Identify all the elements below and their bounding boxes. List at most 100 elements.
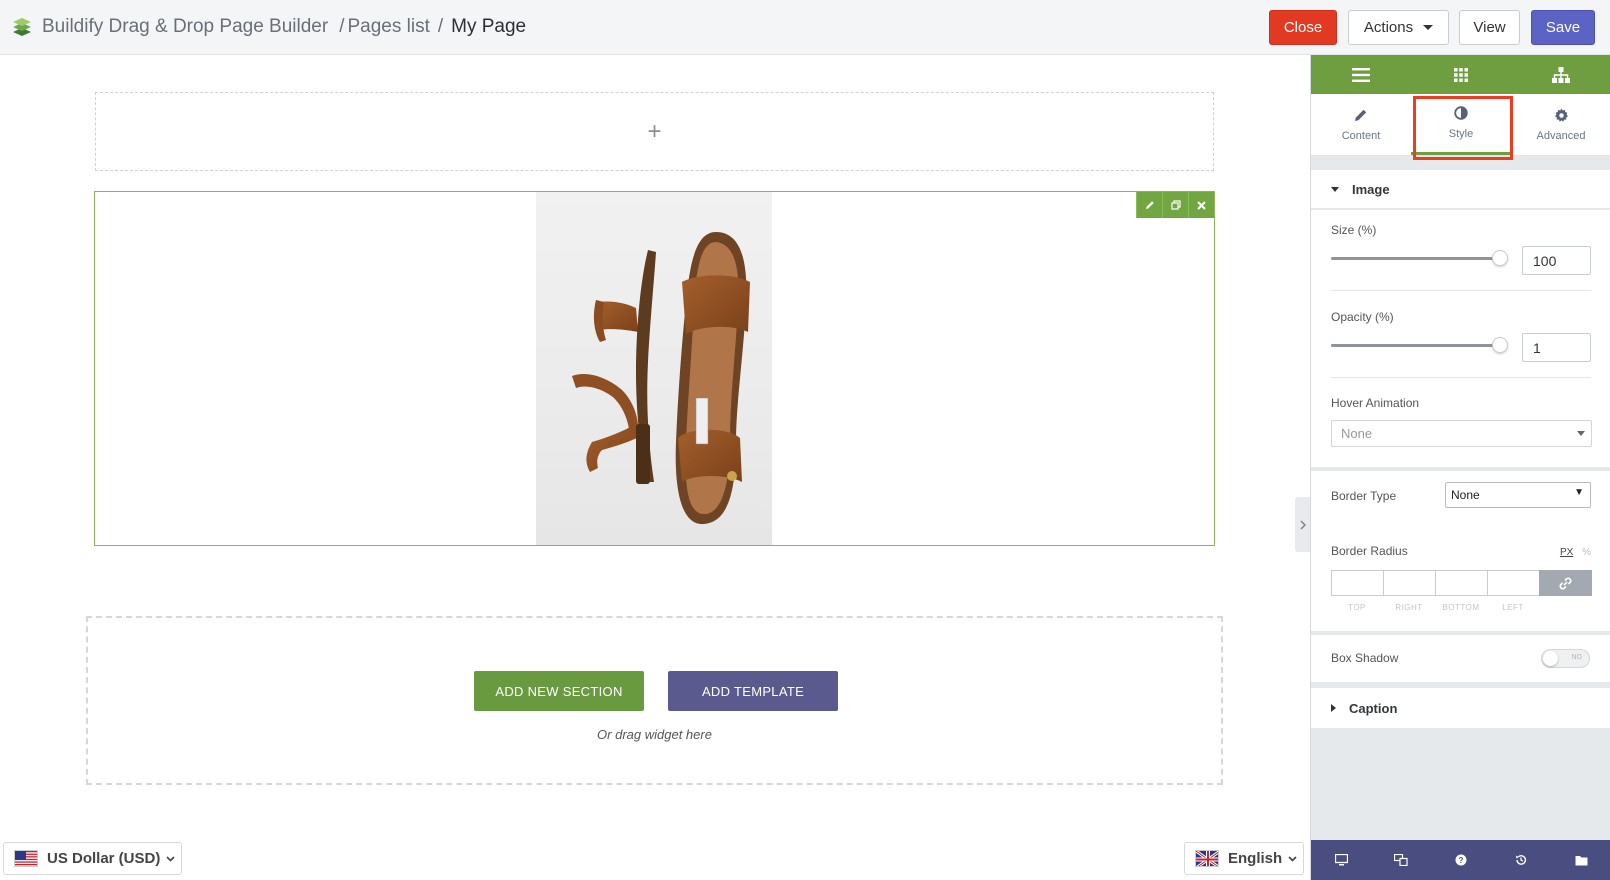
help-icon[interactable]: ? [1431, 840, 1491, 880]
opacity-label: Opacity (%) [1331, 310, 1394, 324]
panel-tabs: Content Style Advanced [1311, 94, 1610, 160]
breadcrumb-separator: / [339, 16, 345, 37]
chevron-right-icon [1299, 519, 1306, 530]
border-type-select[interactable]: None ▼ [1445, 482, 1591, 508]
folder-icon[interactable] [1551, 840, 1610, 880]
image-section-header[interactable]: Image [1311, 170, 1610, 209]
dim-label-top: TOP [1348, 603, 1366, 612]
size-slider-handle[interactable] [1492, 250, 1508, 266]
widgets-grid-icon[interactable] [1411, 55, 1511, 94]
border-section: Border Type None ▼ Border Radius PX % TO… [1311, 471, 1610, 631]
breadcrumb-app-name[interactable]: Buildify Drag & Drop Page Builder [42, 16, 328, 38]
size-label: Size (%) [1331, 223, 1377, 237]
close-button-label: Close [1283, 19, 1323, 36]
size-slider-fill [1331, 257, 1501, 260]
add-template-button[interactable]: ADD TEMPLATE [668, 671, 838, 711]
chevron-down-icon [1288, 853, 1297, 865]
tab-content[interactable]: Content [1311, 94, 1411, 155]
opacity-slider-handle[interactable] [1492, 337, 1508, 353]
responsive-icon[interactable] [1371, 840, 1431, 880]
caret-down-icon [1577, 431, 1585, 436]
pencil-icon[interactable] [1136, 192, 1162, 218]
radius-right-input[interactable] [1383, 570, 1435, 596]
uk-flag-icon [1195, 850, 1219, 867]
border-type-label: Border Type [1331, 489, 1397, 503]
close-icon[interactable] [1188, 192, 1214, 218]
save-button-label: Save [1545, 19, 1581, 36]
add-section-area: ADD NEW SECTION ADD TEMPLATE Or drag wid… [86, 616, 1223, 785]
toggle-knob [1543, 651, 1558, 666]
close-button[interactable]: Close [1269, 10, 1337, 45]
image-section-title: Image [1352, 181, 1390, 197]
image-section-controls: Size (%) 100 Opacity (%) 1 Hover Animati… [1311, 210, 1610, 467]
pencil-icon [1354, 108, 1368, 124]
size-input[interactable]: 100 [1522, 246, 1591, 275]
opacity-slider-fill [1331, 344, 1501, 347]
hover-animation-value: None [1341, 426, 1373, 441]
caption-section-header[interactable]: Caption [1311, 688, 1610, 728]
contrast-icon [1454, 106, 1468, 122]
box-shadow-section: Box Shadow NO [1311, 635, 1610, 682]
actions-button-label: Actions [1363, 19, 1414, 36]
add-section-dropzone[interactable]: + [95, 92, 1214, 171]
top-bar: Buildify Drag & Drop Page Builder / Page… [0, 0, 1610, 55]
us-flag-icon [14, 850, 38, 867]
breadcrumb: Buildify Drag & Drop Page Builder / Page… [42, 16, 526, 38]
unit-percent[interactable]: % [1582, 547, 1591, 558]
opacity-input[interactable]: 1 [1522, 333, 1591, 362]
desktop-icon[interactable] [1311, 840, 1371, 880]
radius-bottom-input[interactable] [1435, 570, 1487, 596]
language-selector[interactable]: English [1184, 842, 1304, 875]
view-button[interactable]: View [1459, 10, 1520, 45]
tab-advanced-label: Advanced [1536, 129, 1586, 142]
gear-icon [1554, 108, 1569, 124]
opacity-slider[interactable] [1331, 337, 1508, 353]
caret-down-icon [1331, 186, 1339, 192]
history-icon[interactable] [1491, 840, 1551, 880]
border-type-value: None [1451, 488, 1480, 502]
duplicate-icon[interactable] [1162, 192, 1188, 218]
sandal-image[interactable] [536, 192, 772, 545]
hover-animation-select[interactable]: None [1331, 420, 1592, 447]
save-button[interactable]: Save [1531, 10, 1595, 45]
panel-collapse-handle[interactable] [1295, 497, 1310, 552]
radius-top-input[interactable] [1331, 570, 1383, 596]
tab-advanced[interactable]: Advanced [1511, 94, 1610, 155]
link-icon[interactable] [1539, 570, 1592, 596]
currency-label: US Dollar (USD) [47, 850, 161, 867]
size-slider[interactable] [1331, 250, 1508, 266]
plus-icon[interactable]: + [647, 118, 661, 146]
editor-panel: Content Style Advanced Image Size (%) 10… [1310, 55, 1610, 880]
tab-style[interactable]: Style [1411, 94, 1513, 160]
page-title: My Page [451, 16, 527, 37]
toggle-state-label: NO [1571, 654, 1583, 661]
add-new-section-button[interactable]: ADD NEW SECTION [474, 671, 644, 711]
dim-label-right: RIGHT [1395, 603, 1423, 612]
border-radius-labels: TOP RIGHT BOTTOM LEFT [1331, 603, 1539, 612]
panel-footer: ? [1311, 840, 1610, 880]
radius-left-input[interactable] [1487, 570, 1539, 596]
hover-animation-label: Hover Animation [1331, 396, 1420, 410]
unit-px[interactable]: PX [1560, 547, 1573, 558]
image-widget[interactable] [94, 191, 1215, 546]
svg-text:?: ? [1459, 856, 1464, 865]
tab-content-label: Content [1341, 129, 1381, 142]
tab-style-label: Style [1448, 128, 1474, 140]
breadcrumb-pages-list[interactable]: Pages list [347, 16, 429, 38]
panel-top-bar [1311, 55, 1610, 94]
buildify-logo-icon [12, 17, 32, 37]
box-shadow-toggle[interactable]: NO [1541, 649, 1590, 668]
drag-widget-hint: Or drag widget here [597, 727, 712, 742]
actions-dropdown-button[interactable]: Actions [1348, 10, 1449, 45]
caret-down-icon: ▼ [1574, 487, 1584, 498]
chevron-down-icon [166, 853, 175, 865]
page-canvas: + ADD NEW SECTION ADD TEMPLATE Or drag w… [0, 55, 1310, 880]
menu-icon[interactable] [1311, 55, 1411, 94]
caret-right-icon [1331, 704, 1336, 712]
dim-label-left: LEFT [1502, 603, 1524, 612]
unit-switcher: PX % [1560, 547, 1591, 558]
currency-selector[interactable]: US Dollar (USD) [3, 842, 182, 875]
divider [1331, 290, 1591, 291]
breadcrumb-separator: / [437, 16, 444, 37]
navigator-icon[interactable] [1511, 55, 1610, 94]
